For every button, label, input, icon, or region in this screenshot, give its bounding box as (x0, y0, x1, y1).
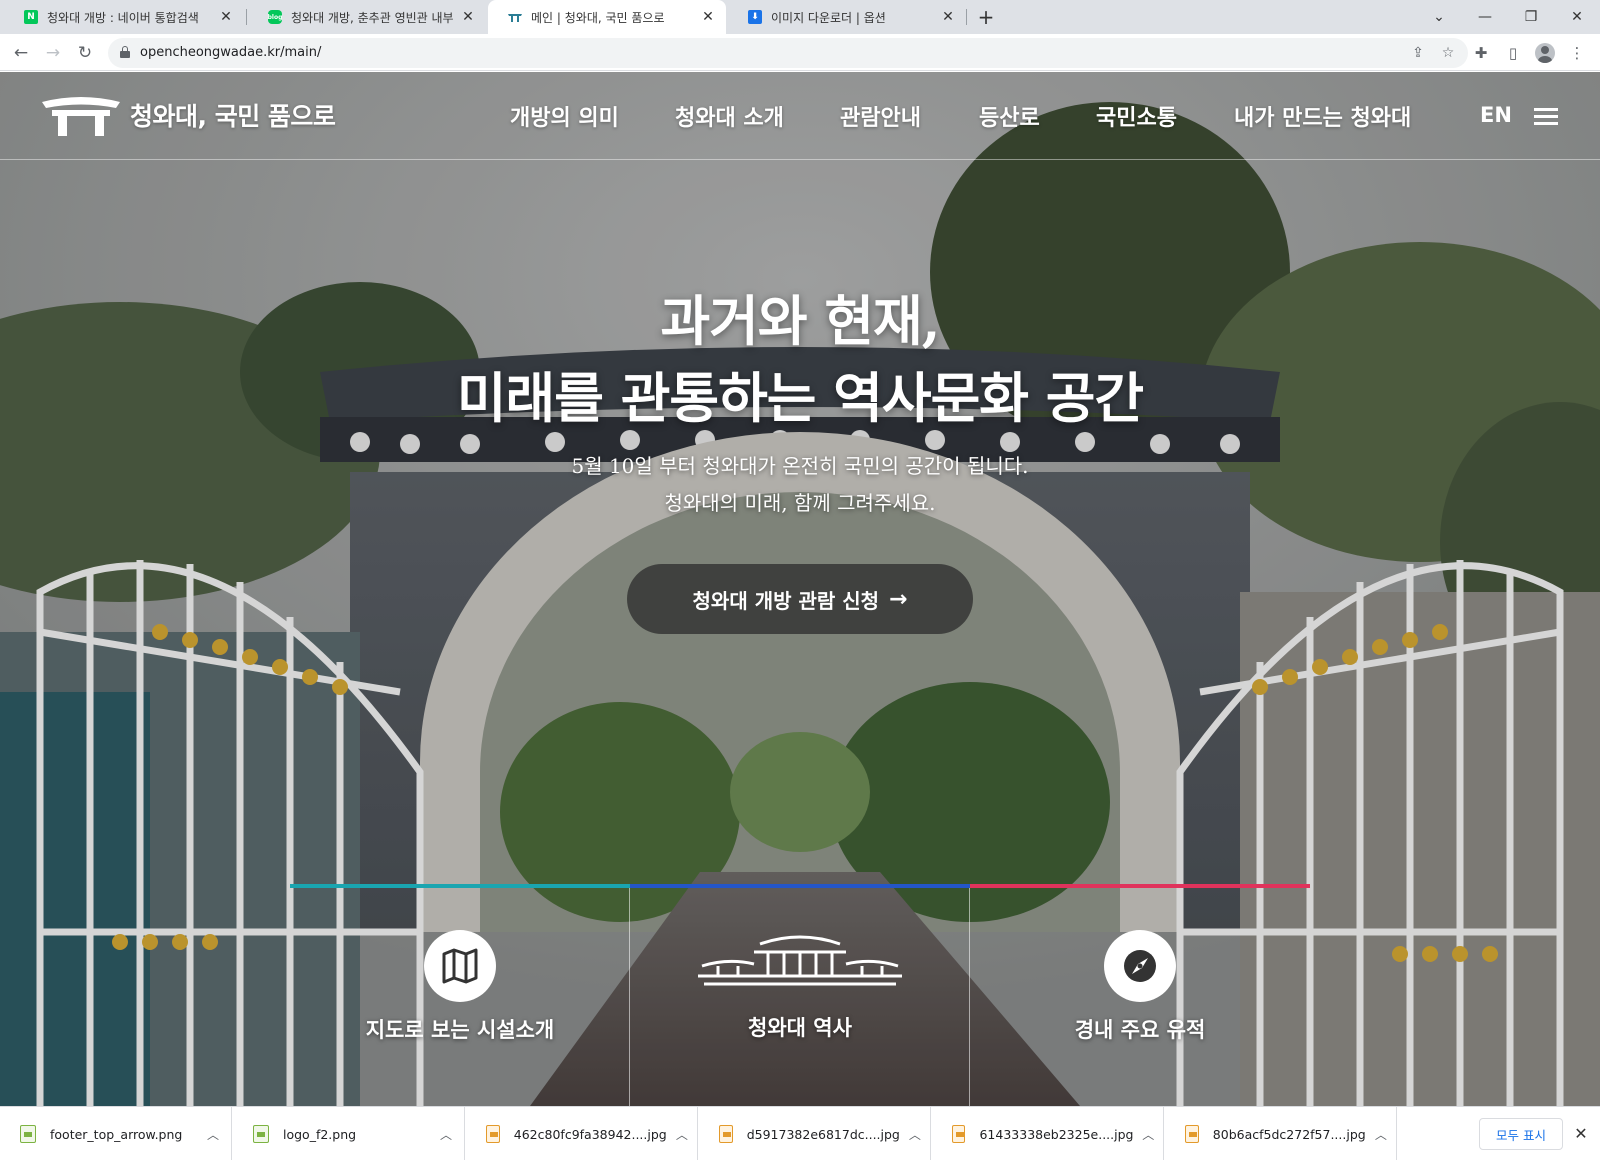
naver-blog-icon: blog (268, 10, 282, 24)
hero-title-line2: 미래를 관통하는 역사문화 공간 (456, 366, 1144, 430)
chevron-up-icon[interactable]: ︿ (195, 1126, 231, 1143)
close-icon[interactable]: ✕ (460, 9, 476, 25)
site-logo-text: 청와대, 국민 품으로 (130, 102, 336, 131)
jpg-file-icon (1185, 1125, 1199, 1143)
quick-link-label: 청와대 역사 (748, 1016, 852, 1040)
nav-item-communication[interactable]: 국민소통 (1096, 100, 1177, 132)
site-logo[interactable]: 청와대, 국민 품으로 (40, 92, 336, 138)
close-window-button[interactable]: ✕ (1554, 0, 1600, 34)
back-button[interactable]: ← (8, 40, 34, 66)
tab-title: 이미지 다운로더 | 옵션 (771, 10, 886, 25)
hero-subtitle-line2: 청와대의 미래, 함께 그려주세요. (664, 491, 936, 515)
map-icon (424, 930, 496, 1002)
address-bar[interactable]: opencheongwadae.kr/main/ ⇪ ☆ (108, 38, 1468, 68)
download-item[interactable]: d5917382e6817dc....jpg ︿ (699, 1107, 931, 1160)
download-filename: footer_top_arrow.png (50, 1126, 183, 1142)
tab-naver-search[interactable]: N 청와대 개방 : 네이버 통합검색 ✕ (4, 0, 244, 34)
arrow-right-icon: → (889, 586, 908, 612)
lock-icon[interactable] (120, 46, 130, 58)
download-item[interactable]: 80b6acf5dc272f57....jpg ︿ (1165, 1107, 1397, 1160)
download-item[interactable]: 462c80fc9fa38942....jpg ︿ (466, 1107, 698, 1160)
tab-strip: N 청와대 개방 : 네이버 통합검색 ✕ blog 청와대 개방, 춘추관 영… (0, 0, 1600, 34)
hamburger-menu-icon[interactable] (1534, 108, 1558, 126)
menu-kebab-icon[interactable]: ⋮ (1566, 42, 1588, 64)
tab-title: 청와대 개방 : 네이버 통합검색 (47, 10, 199, 25)
nav-item-hiking-trail[interactable]: 등산로 (979, 100, 1040, 132)
tab-cheongwadae-main[interactable]: 메인 | 청와대, 국민 품으로 ✕ (488, 0, 726, 34)
show-all-downloads-button[interactable]: 모두 표시 (1479, 1118, 1563, 1150)
chevron-up-icon[interactable]: ︿ (900, 1126, 930, 1143)
quick-link-history[interactable]: 청와대 역사 (630, 884, 970, 1106)
url-text[interactable]: opencheongwadae.kr/main/ (140, 45, 321, 60)
download-shelf: footer_top_arrow.png ︿ logo_f2.png ︿ 462… (0, 1106, 1600, 1160)
nav-item-visit-guide[interactable]: 관람안내 (840, 100, 921, 132)
cheongwadae-logo-icon (42, 97, 120, 136)
naver-icon: N (24, 10, 38, 24)
accent-bar (970, 884, 1310, 888)
quick-link-heritage-sites[interactable]: 경내 주요 유적 (970, 884, 1310, 1106)
tab-separator (246, 9, 247, 25)
extensions-icon[interactable]: ✚ (1470, 42, 1492, 64)
chevron-up-icon[interactable]: ︿ (428, 1126, 464, 1143)
bookmark-star-icon[interactable]: ☆ (1438, 43, 1458, 63)
reload-button[interactable]: ↻ (72, 40, 98, 66)
tab-title: 메인 | 청와대, 국민 품으로 (531, 10, 665, 25)
new-tab-button[interactable]: + (972, 0, 1000, 34)
nav-item-my-cheongwadae[interactable]: 내가 만드는 청와대 (1234, 100, 1411, 132)
tab-title: 청와대 개방, 춘추관 영빈관 내부 (291, 10, 454, 25)
hero-subtitle-line1: 5월 10일 부터 청와대가 온전히 국민의 공간이 됩니다. (571, 454, 1029, 478)
forward-button[interactable]: → (40, 40, 66, 66)
download-filename: 462c80fc9fa38942....jpg (513, 1126, 667, 1142)
palace-icon (698, 935, 902, 986)
share-icon[interactable]: ⇪ (1408, 43, 1428, 63)
restore-button[interactable]: ❐ (1508, 0, 1554, 34)
download-icon: ⬇ (748, 10, 762, 24)
side-panel-icon[interactable]: ▯ (1502, 42, 1524, 64)
download-filename: 61433338eb2325e....jpg (979, 1126, 1134, 1142)
jpg-file-icon (952, 1125, 966, 1143)
tab-search-button[interactable]: ⌄ (1416, 0, 1462, 34)
cta-label: 청와대 개방 관람 신청 (692, 588, 880, 613)
download-filename: d5917382e6817dc....jpg (746, 1126, 900, 1142)
tab-image-downloader[interactable]: ⬇ 이미지 다운로더 | 옵션 ✕ (728, 0, 966, 34)
hero-title-line1: 과거와 현재, (660, 289, 941, 353)
chevron-up-icon[interactable]: ︿ (1133, 1126, 1163, 1143)
profile-avatar[interactable] (1534, 42, 1556, 64)
browser-toolbar: ← → ↻ opencheongwadae.kr/main/ ⇪ ☆ ✚ ▯ ⋮ (0, 34, 1600, 71)
close-icon[interactable]: ✕ (218, 9, 234, 25)
close-icon[interactable]: ✕ (940, 9, 956, 25)
nav-item-about[interactable]: 청와대 소개 (675, 100, 784, 132)
close-icon[interactable]: ✕ (1570, 1122, 1592, 1144)
chevron-up-icon[interactable]: ︿ (1366, 1126, 1396, 1143)
site-header: 청와대, 국민 품으로 개방의 의미 청와대 소개 관람안내 등산로 국민소통 … (0, 72, 1600, 160)
quick-link-label: 경내 주요 유적 (1074, 1018, 1206, 1042)
download-item[interactable]: logo_f2.png ︿ (233, 1107, 465, 1160)
language-toggle[interactable]: EN (1480, 103, 1512, 127)
hero-section: 청와대, 국민 품으로 개방의 의미 청와대 소개 관람안내 등산로 국민소통 … (0, 72, 1600, 1106)
png-file-icon (253, 1125, 269, 1143)
chevron-up-icon[interactable]: ︿ (667, 1126, 697, 1143)
nav-item-opening-meaning[interactable]: 개방의 의미 (510, 100, 619, 132)
visit-application-button[interactable]: 청와대 개방 관람 신청 → (627, 564, 973, 634)
accent-bar (290, 884, 630, 888)
compass-icon (1104, 930, 1176, 1002)
download-item[interactable]: footer_top_arrow.png ︿ (0, 1107, 232, 1160)
png-file-icon (20, 1125, 36, 1143)
cheongwadae-icon (508, 10, 522, 24)
tab-separator (966, 9, 967, 25)
accent-bar (630, 884, 970, 888)
minimize-button[interactable]: — (1462, 0, 1508, 34)
download-item[interactable]: 61433338eb2325e....jpg ︿ (932, 1107, 1164, 1160)
quick-link-facility-map[interactable]: 지도로 보는 시설소개 (290, 884, 630, 1106)
jpg-file-icon (719, 1125, 733, 1143)
quick-links: 지도로 보는 시설소개 청와대 역사 경내 주요 유적 (290, 884, 1310, 1106)
tab-naver-blog[interactable]: blog 청와대 개방, 춘추관 영빈관 내부 ✕ (248, 0, 486, 34)
quick-link-label: 지도로 보는 시설소개 (365, 1018, 555, 1042)
jpg-file-icon (486, 1125, 500, 1143)
download-filename: 80b6acf5dc272f57....jpg (1212, 1126, 1366, 1142)
close-icon[interactable]: ✕ (700, 9, 716, 25)
download-filename: logo_f2.png (283, 1126, 357, 1142)
